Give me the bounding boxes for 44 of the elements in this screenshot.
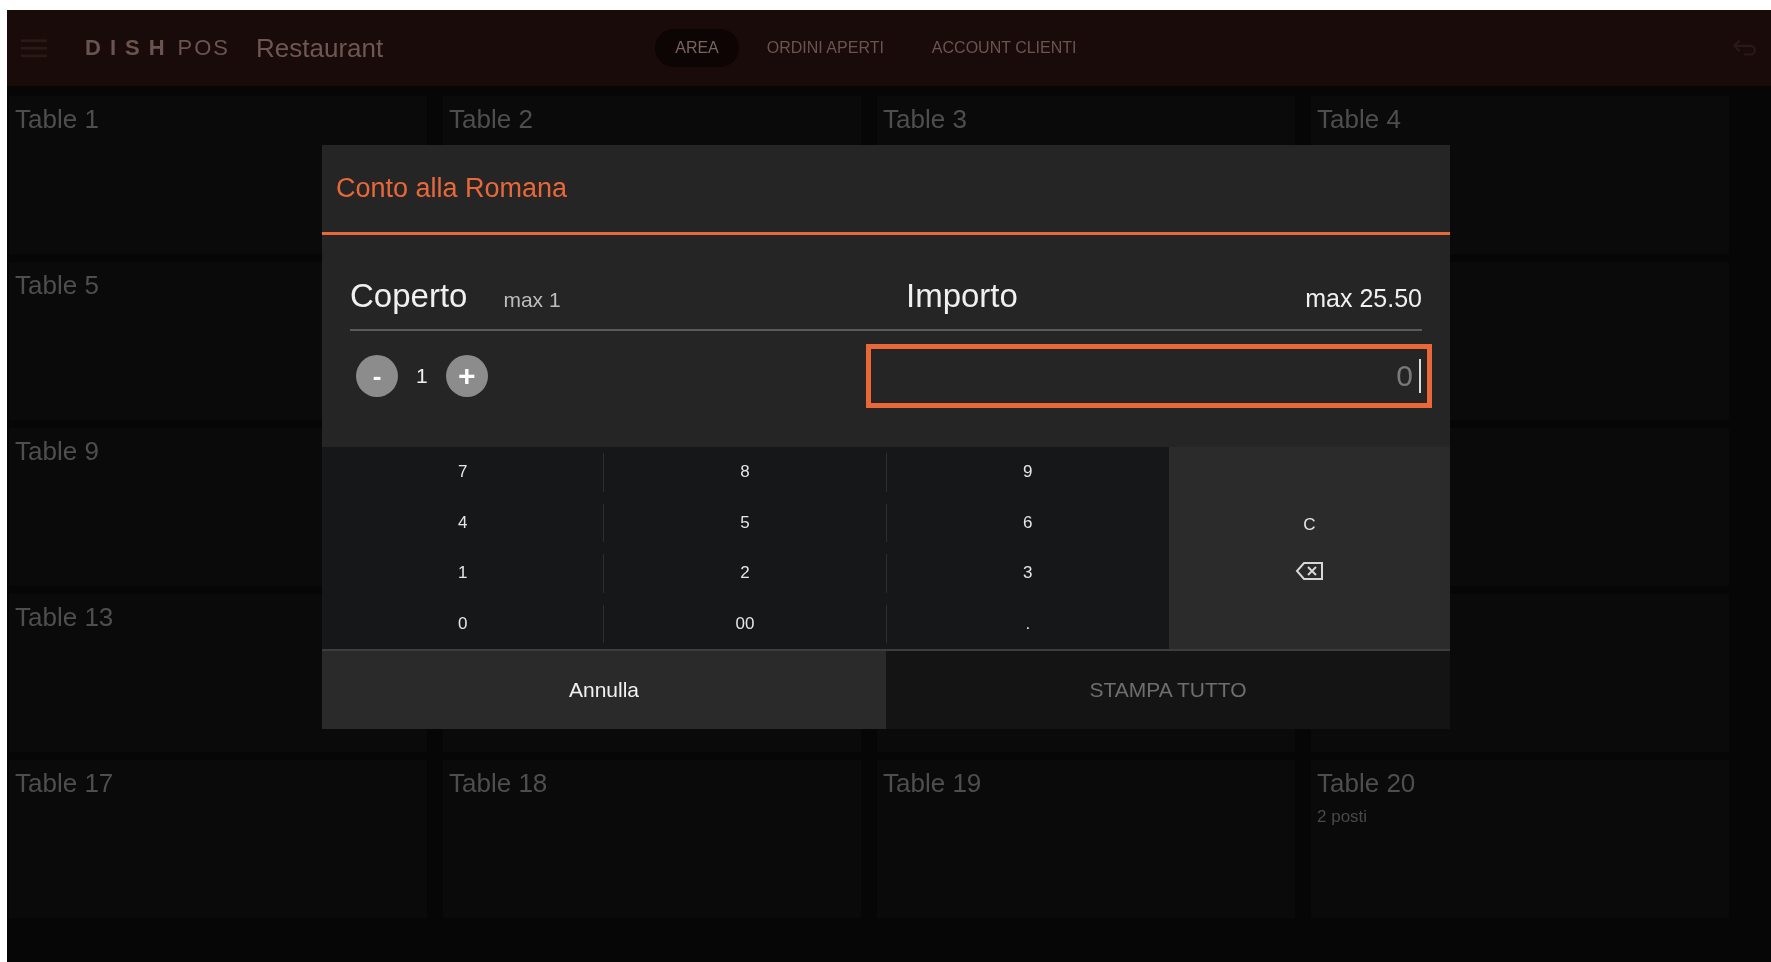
clear-key[interactable]: C — [1289, 509, 1330, 541]
keypad-key[interactable]: 6 — [886, 503, 1169, 542]
covers-max: max 1 — [503, 288, 561, 312]
covers-value: 1 — [416, 364, 428, 388]
amount-label: Importo — [906, 277, 1018, 315]
dialog-button[interactable]: Annulla — [322, 651, 886, 729]
table-card[interactable]: Table 20 2 posti — [1311, 760, 1729, 918]
keypad-key[interactable]: 00 — [604, 604, 887, 643]
keypad-key[interactable]: 2 — [604, 554, 887, 593]
table-name: Table 2 — [449, 104, 534, 135]
brand-logo-suffix: POS — [177, 35, 231, 61]
keypad-key[interactable]: 7 — [322, 453, 605, 492]
keypad-key[interactable]: 0 — [322, 604, 605, 643]
keypad-key[interactable]: 1 — [322, 554, 605, 593]
nav-tab[interactable]: AREA — [655, 29, 739, 67]
table-card[interactable]: Table 19 — [877, 760, 1295, 918]
keypad-key[interactable]: 4 — [322, 503, 605, 542]
table-card[interactable]: Table 18 — [443, 760, 861, 918]
keypad-key[interactable]: . — [886, 604, 1169, 643]
section-title: Restaurant — [256, 32, 384, 64]
nav-tab[interactable]: ACCOUNT CLIENTI — [911, 29, 1097, 67]
amount-field[interactable]: 0 — [866, 344, 1432, 408]
table-name: Table 3 — [883, 104, 968, 135]
table-seats: 2 posti — [1317, 807, 1723, 827]
amount-max: max 25.50 — [1305, 284, 1422, 313]
table-name: Table 1 — [15, 104, 100, 135]
keypad-key[interactable]: 3 — [886, 554, 1169, 593]
table-name: Table 9 — [15, 436, 100, 467]
table-name: Table 18 — [449, 768, 549, 799]
nav-tab[interactable]: ORDINI APERTI — [746, 29, 904, 67]
table-name: Table 13 — [15, 602, 115, 633]
table-name: Table 4 — [1317, 104, 1402, 135]
keypad-key[interactable]: 8 — [604, 453, 887, 492]
decrement-button[interactable]: - — [356, 355, 398, 397]
keypad-key[interactable]: 9 — [886, 453, 1169, 492]
table-name: Table 19 — [883, 768, 983, 799]
table-name: Table 20 — [1317, 768, 1417, 799]
brand-logo: DISH — [85, 35, 174, 61]
table-name: Table 17 — [15, 768, 115, 799]
increment-button[interactable]: + — [445, 355, 488, 397]
table-card[interactable]: Table 17 — [9, 760, 427, 918]
keypad-key[interactable]: 5 — [604, 503, 887, 542]
text-cursor — [1419, 359, 1421, 393]
backspace-icon — [1294, 561, 1325, 581]
